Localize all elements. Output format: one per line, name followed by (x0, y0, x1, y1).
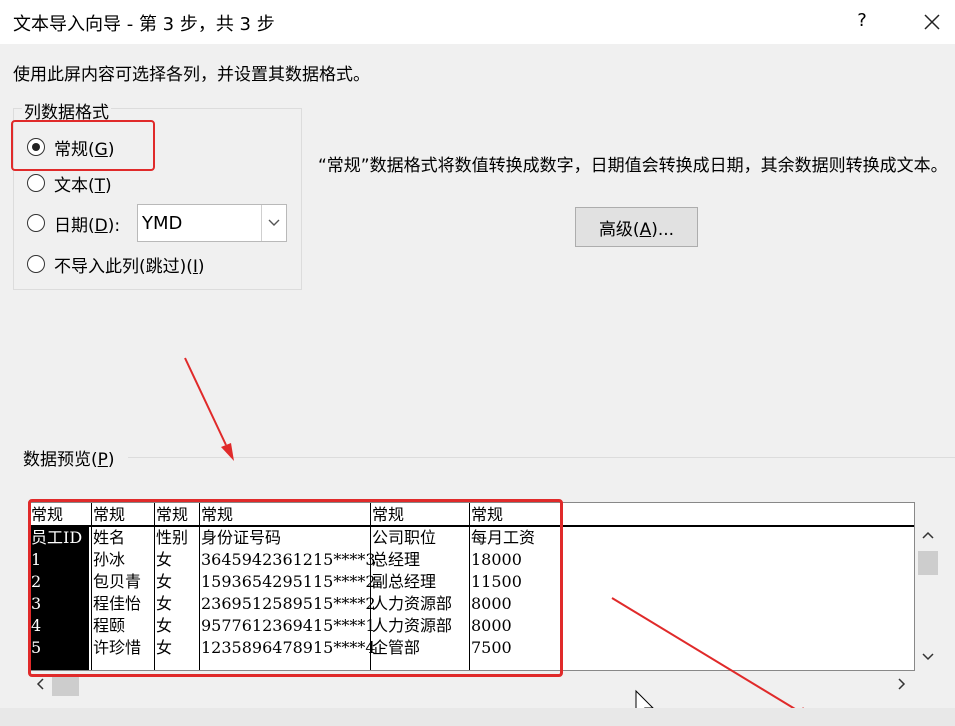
annotation-arrow (184, 357, 227, 446)
annotation-arrowhead (221, 443, 234, 461)
dialog-footer (0, 708, 955, 726)
annotation-arrows (184, 357, 815, 722)
